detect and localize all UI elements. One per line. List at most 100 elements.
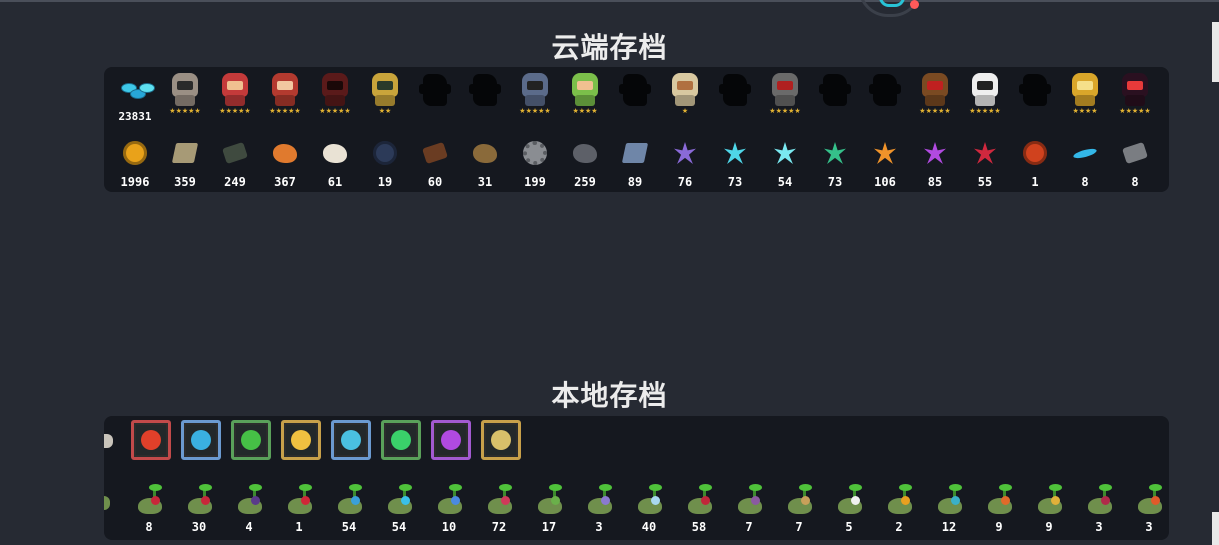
scrollbar-track-bottom[interactable] (1212, 512, 1219, 545)
seed-cell[interactable]: 3 (1126, 482, 1169, 534)
material-cell[interactable]: 85 (912, 137, 958, 189)
seed-cell[interactable]: 12 (926, 482, 972, 534)
hero-stars: ★★★★★ (519, 107, 551, 115)
lightning-skill-frame-icon[interactable] (281, 420, 321, 460)
poison-skill-frame-icon[interactable] (231, 420, 271, 460)
frost-skill-frame-icon[interactable] (331, 420, 371, 460)
hero-cell[interactable] (412, 71, 458, 107)
seed-cell[interactable]: 58 (676, 482, 722, 534)
material-cell[interactable]: 8 (1112, 137, 1158, 189)
hero-cell[interactable]: ★★★★★ (1112, 71, 1158, 115)
material-cell[interactable]: 54 (762, 137, 808, 189)
material-count: 19 (377, 175, 393, 189)
seed-cell[interactable]: 72 (476, 482, 522, 534)
material-cell[interactable]: 73 (712, 137, 758, 189)
seed-cell[interactable]: 8 (126, 482, 172, 534)
seed-count: 9 (1045, 520, 1053, 534)
hero-cell[interactable]: ★★★★★ (312, 71, 358, 115)
seed-cell[interactable]: 7 (776, 482, 822, 534)
seed-cell[interactable]: 17 (526, 482, 572, 534)
material-cell[interactable]: 1996 (112, 137, 158, 189)
seed-count: 58 (691, 520, 707, 534)
status-orb-icon[interactable] (858, 0, 922, 17)
seed-cell[interactable]: 10 (426, 482, 472, 534)
material-cell[interactable]: 31 (462, 137, 508, 189)
hero-cell[interactable]: ★★★★★ (762, 71, 808, 115)
material-cell[interactable]: 367 (262, 137, 308, 189)
hero-cell[interactable] (862, 71, 908, 107)
material-cell[interactable]: 55 (962, 137, 1008, 189)
material-cell[interactable]: 8 (1062, 137, 1108, 189)
hero-cell[interactable] (612, 71, 658, 107)
hero-cell[interactable]: ★★★★★ (212, 71, 258, 115)
sprout-seed-icon (831, 482, 867, 518)
seed-cell[interactable]: 54 (376, 482, 422, 534)
arcane-skill-frame-icon[interactable] (431, 420, 471, 460)
material-cell[interactable]: 73 (812, 137, 858, 189)
horn-icon (467, 137, 503, 173)
sprout-seed-icon (731, 482, 767, 518)
material-cell[interactable]: 61 (312, 137, 358, 189)
hero-cell[interactable]: ★★★★★ (912, 71, 958, 115)
hero-cell[interactable]: ★★★★ (562, 71, 608, 115)
seed-cell[interactable]: 2 (876, 482, 922, 534)
hero-cell[interactable] (712, 71, 758, 107)
material-cell[interactable]: 89 (612, 137, 658, 189)
seed-cell[interactable]: 9 (1026, 482, 1072, 534)
material-count: 367 (274, 175, 296, 189)
hero-cell[interactable] (812, 71, 858, 107)
hero-cell[interactable]: 23831 (112, 71, 158, 123)
hero-cell[interactable]: ★ (662, 71, 708, 115)
seed-cell[interactable]: 3 (576, 482, 622, 534)
hero-cell[interactable]: ★★ (362, 71, 408, 115)
seed-cell[interactable]: 7 (726, 482, 772, 534)
hero-stars: ★★★★ (572, 107, 598, 115)
nature-skill-frame-icon[interactable] (381, 420, 421, 460)
hero-stars: ★★ (378, 107, 392, 115)
material-cell[interactable]: 60 (412, 137, 458, 189)
material-cell[interactable]: 249 (212, 137, 258, 189)
notification-dot (910, 0, 919, 9)
material-cell[interactable]: 1 (1012, 137, 1058, 189)
fire-skill-frame-icon[interactable] (131, 420, 171, 460)
material-count: 1 (1031, 175, 1039, 189)
water-skill-frame-icon[interactable] (181, 420, 221, 460)
seed-cell[interactable]: 5 (826, 482, 872, 534)
seed-count: 3 (1145, 520, 1153, 534)
material-cell[interactable]: 199 (512, 137, 558, 189)
seed-count: 40 (641, 520, 657, 534)
seed-cell[interactable]: 54 (326, 482, 372, 534)
seed-cell[interactable]: 30 (176, 482, 222, 534)
hero-cell[interactable]: ★★★★★ (162, 71, 208, 115)
hero-cell[interactable]: ★★★★★ (962, 71, 1008, 115)
hero-cell[interactable]: ★★★★ (1062, 71, 1108, 115)
sprout-seed-icon (981, 482, 1017, 518)
material-cell[interactable]: 106 (862, 137, 908, 189)
seed-cell[interactable]: 3 (1076, 482, 1122, 534)
material-cell[interactable]: 259 (562, 137, 608, 189)
seed-cell[interactable]: 40 (626, 482, 672, 534)
hero-cell[interactable]: ★★★★★ (262, 71, 308, 115)
seed-cell[interactable]: 1 (276, 482, 322, 534)
witch-hero-icon (267, 71, 303, 107)
sprout-seed-icon (231, 482, 267, 518)
hero-cell[interactable] (1012, 71, 1058, 107)
seed-count: 54 (391, 520, 407, 534)
material-cell[interactable]: 19 (362, 137, 408, 189)
seed-cell[interactable]: 9 (976, 482, 1022, 534)
hero-stars: ★★★★★ (319, 107, 351, 115)
seed-cell[interactable]: 4 (226, 482, 272, 534)
material-cell[interactable]: 359 (162, 137, 208, 189)
hero-cell[interactable] (462, 71, 508, 107)
material-cell[interactable]: 76 (662, 137, 708, 189)
sprout-seed-icon (1131, 482, 1167, 518)
seed-count: 7 (795, 520, 803, 534)
battery-icon (217, 137, 253, 173)
cyan-crystal-icon (717, 137, 753, 173)
golden-skill-frame-icon[interactable] (481, 420, 521, 460)
seed-count: 54 (341, 520, 357, 534)
sprout-seed-icon (481, 482, 517, 518)
violet-crystal-icon (917, 137, 953, 173)
hero-cell[interactable]: ★★★★★ (512, 71, 558, 115)
robot-hero-icon (367, 71, 403, 107)
